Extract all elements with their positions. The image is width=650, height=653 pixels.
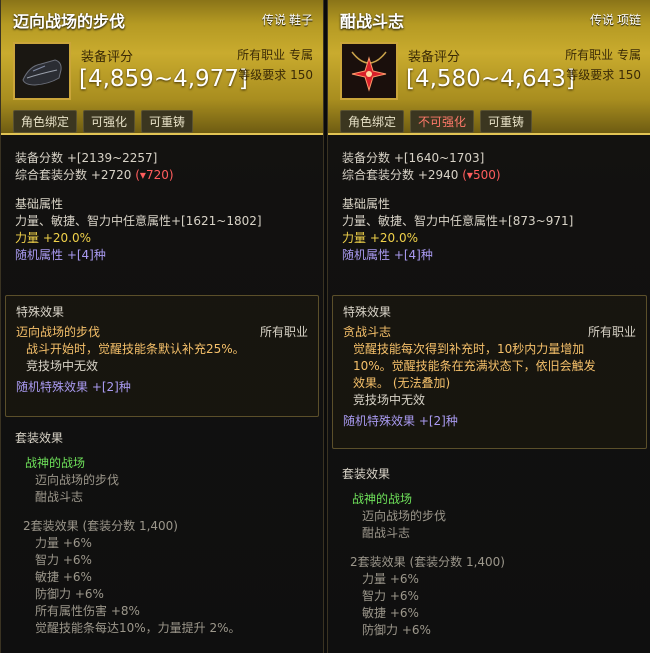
set-item: 酣战斗志 bbox=[35, 490, 84, 504]
special-class: 所有职业 bbox=[259, 325, 308, 339]
set-score-change: (▾500) bbox=[462, 168, 501, 182]
special-name: 贪战斗志 bbox=[343, 325, 392, 339]
set-section: 套装效果 战神的战场 迈向战场的步伐 酣战斗志 2套装效果 (套装分数 1,40… bbox=[342, 466, 641, 639]
set-bonus-title: 2套装效果 (套装分数 1,400) bbox=[350, 555, 505, 569]
class-restriction: 所有职业 专属 bbox=[565, 48, 641, 62]
set-bonus-line: 防御力 +6% bbox=[362, 623, 431, 637]
random-special: 随机特殊效果 +[2]种 bbox=[343, 414, 458, 428]
necklace-icon bbox=[342, 44, 396, 98]
special-title: 特殊效果 bbox=[16, 305, 65, 319]
set-score-line: 综合套装分数 +2940 (▾500) bbox=[342, 167, 641, 184]
tag-bound: 角色绑定 bbox=[13, 110, 78, 133]
set-score-change: (▾720) bbox=[135, 168, 174, 182]
slot-label: 项链 bbox=[616, 13, 641, 27]
set-title: 套装效果 bbox=[342, 467, 391, 481]
item-tooltip-left: 迈向战场的步伐 传说 鞋子 装备评分 [4,859~4,977] 所有职业 专属 … bbox=[0, 0, 324, 653]
item-rarity: 传说 鞋子 bbox=[259, 11, 313, 28]
tag-not-upgradable: 不可强化 bbox=[410, 110, 475, 133]
set-bonus-line: 防御力 +6% bbox=[35, 587, 104, 601]
tag-reforgeable: 可重铸 bbox=[480, 110, 533, 133]
strength-line: 力量 +20.0% bbox=[342, 231, 418, 245]
base-attr-title: 基础属性 bbox=[342, 197, 391, 211]
tooltip-compare: 迈向战场的步伐 传说 鞋子 装备评分 [4,859~4,977] 所有职业 专属 … bbox=[0, 0, 650, 653]
score-range: [4,580~4,643] bbox=[406, 66, 575, 92]
shoe-icon bbox=[15, 44, 69, 98]
score-range: [4,859~4,977] bbox=[79, 66, 248, 92]
item-title: 迈向战场的步伐 bbox=[13, 12, 126, 31]
slot-label: 鞋子 bbox=[288, 13, 313, 27]
set-score: 综合套装分数 +2720 bbox=[15, 168, 132, 182]
set-bonus-line: 智力 +6% bbox=[35, 553, 92, 567]
item-tags: 角色绑定 不可强化 可重铸 bbox=[340, 110, 533, 133]
set-name: 战神的战场 bbox=[25, 456, 86, 470]
class-restriction: 所有职业 专属 bbox=[237, 48, 313, 62]
strength-line: 力量 +20.0% bbox=[15, 231, 91, 245]
special-effect-box: 特殊效果 贪战斗志 所有职业 觉醒技能每次得到补充时，10秒内力量增加 10%。… bbox=[332, 295, 647, 449]
set-title: 套装效果 bbox=[15, 431, 64, 445]
set-section: 套装效果 战神的战场 迈向战场的步伐 酣战斗志 2套装效果 (套装分数 1,40… bbox=[15, 430, 313, 637]
random-attr-line: 随机属性 +[4]种 bbox=[15, 248, 106, 262]
random-special: 随机特殊效果 +[2]种 bbox=[16, 380, 131, 394]
set-bonus-line: 觉醒技能条每达10%，力量提升 2%。 bbox=[35, 621, 241, 635]
base-attr-title: 基础属性 bbox=[15, 197, 64, 211]
set-bonus-line: 力量 +6% bbox=[362, 572, 419, 586]
set-name: 战神的战场 bbox=[352, 492, 413, 506]
base-attr-line: 力量、敏捷、智力中任意属性+[873~971] bbox=[342, 214, 574, 228]
rarity-label: 传说 bbox=[589, 13, 614, 27]
item-rarity: 传说 项链 bbox=[587, 11, 641, 28]
set-item: 迈向战场的步伐 bbox=[35, 473, 120, 487]
level-requirement: 等级要求 150 bbox=[238, 68, 313, 82]
item-tooltip-right: 酣战斗志 传说 项链 装备评分 [4,580~4,643] 所有职业 专属 等级要… bbox=[327, 0, 650, 653]
set-bonus-title: 2套装效果 (套装分数 1,400) bbox=[23, 519, 178, 533]
special-title: 特殊效果 bbox=[343, 305, 392, 319]
tooltip-header: 迈向战场的步伐 传说 鞋子 装备评分 [4,859~4,977] 所有职业 专属 … bbox=[1, 0, 323, 135]
tag-bound: 角色绑定 bbox=[340, 110, 405, 133]
set-bonus-line: 所有属性伤害 +8% bbox=[35, 604, 140, 618]
equip-score: 装备分数 +[1640~1703] bbox=[342, 151, 485, 165]
special-class: 所有职业 bbox=[587, 325, 636, 339]
special-desc-line: 10%。觉醒技能条在充满状态下，依旧会触发 bbox=[353, 359, 596, 373]
special-note: 竞技场中无效 bbox=[26, 359, 99, 373]
tooltip-body: 装备分数 +[2139~2257] 综合套装分数 +2720 (▾720) 基础… bbox=[15, 150, 313, 264]
set-item: 迈向战场的步伐 bbox=[362, 509, 447, 523]
special-header: 迈向战场的步伐 所有职业 bbox=[16, 324, 308, 341]
set-score-line: 综合套装分数 +2720 (▾720) bbox=[15, 167, 313, 184]
score-label: 装备评分 bbox=[81, 50, 134, 65]
special-note: 竞技场中无效 bbox=[353, 393, 426, 407]
random-attr-line: 随机属性 +[4]种 bbox=[342, 248, 433, 262]
set-bonus-line: 敏捷 +6% bbox=[35, 570, 92, 584]
item-icon-shoes[interactable] bbox=[13, 42, 71, 100]
set-score: 综合套装分数 +2940 bbox=[342, 168, 459, 182]
tag-reforgeable: 可重铸 bbox=[141, 110, 194, 133]
set-bonus-line: 敏捷 +6% bbox=[362, 606, 419, 620]
tooltip-body: 装备分数 +[1640~1703] 综合套装分数 +2940 (▾500) 基础… bbox=[342, 150, 641, 264]
set-bonus-line: 智力 +6% bbox=[362, 589, 419, 603]
set-bonus-line: 力量 +6% bbox=[35, 536, 92, 550]
set-item: 酣战斗志 bbox=[362, 526, 411, 540]
level-requirement: 等级要求 150 bbox=[566, 68, 641, 82]
special-desc-line: 觉醒技能每次得到补充时，10秒内力量增加 bbox=[353, 342, 585, 356]
special-name: 迈向战场的步伐 bbox=[16, 325, 101, 339]
item-tags: 角色绑定 可强化 可重铸 bbox=[13, 110, 194, 133]
special-effect-box: 特殊效果 迈向战场的步伐 所有职业 战斗开始时，觉醒技能条默认补充25%。 竞技… bbox=[5, 295, 319, 417]
rarity-label: 传说 bbox=[261, 13, 286, 27]
special-desc: 战斗开始时，觉醒技能条默认补充25%。 bbox=[26, 342, 245, 356]
score-label: 装备评分 bbox=[408, 50, 461, 65]
special-header: 贪战斗志 所有职业 bbox=[343, 324, 636, 341]
special-desc-line: 效果。 (无法叠加) bbox=[353, 376, 451, 390]
item-icon-necklace[interactable] bbox=[340, 42, 398, 100]
equip-score: 装备分数 +[2139~2257] bbox=[15, 151, 158, 165]
item-title: 酣战斗志 bbox=[340, 12, 405, 31]
tag-upgradable: 可强化 bbox=[83, 110, 136, 133]
base-attr-line: 力量、敏捷、智力中任意属性+[1621~1802] bbox=[15, 214, 262, 228]
tooltip-header: 酣战斗志 传说 项链 装备评分 [4,580~4,643] 所有职业 专属 等级要… bbox=[328, 0, 650, 135]
